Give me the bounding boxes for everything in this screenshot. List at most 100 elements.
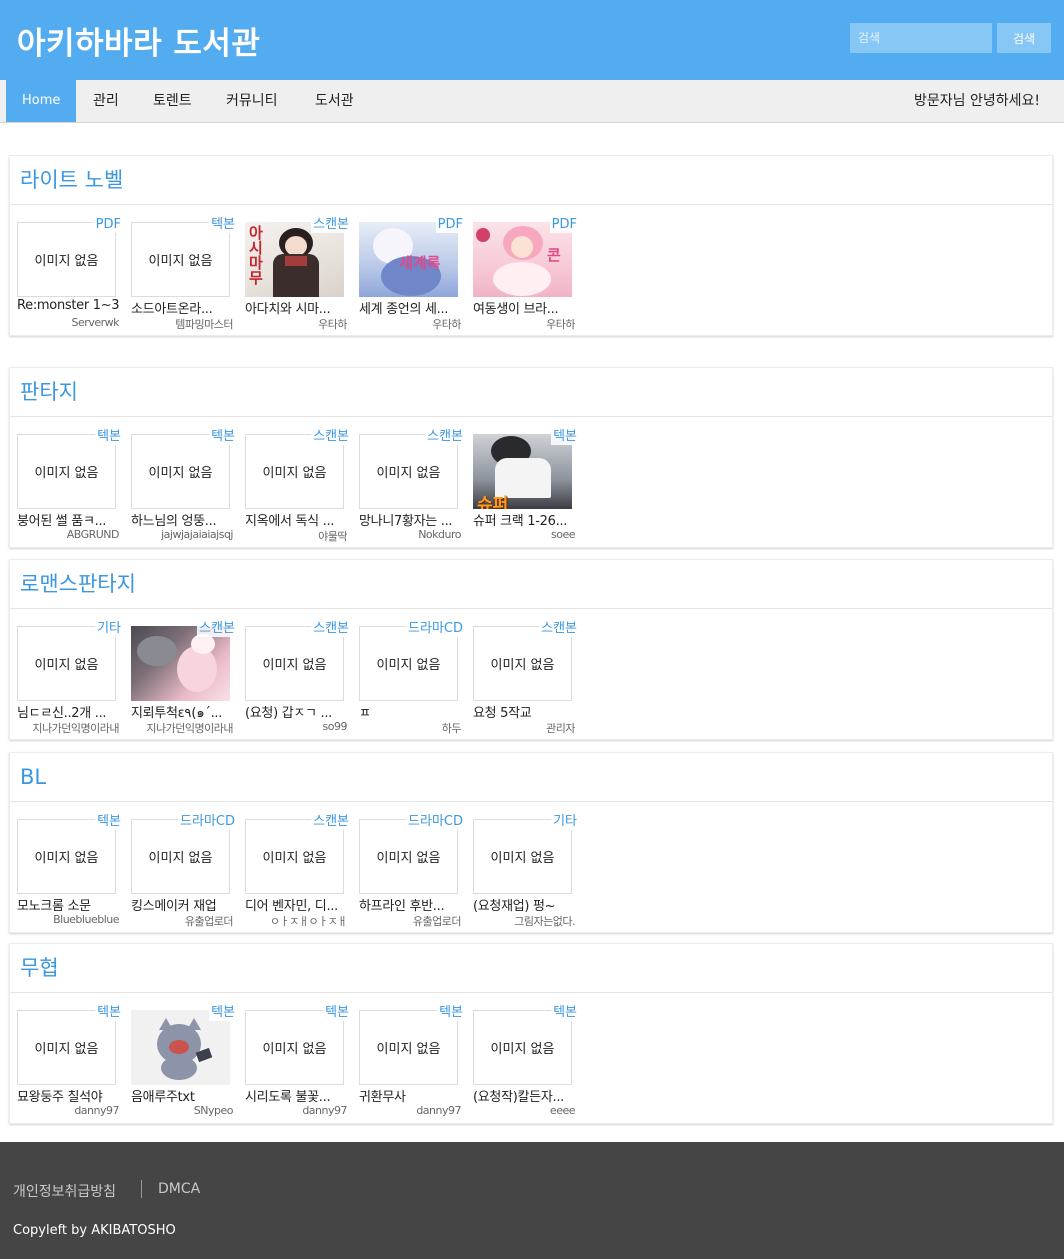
format-badge: 텍본 xyxy=(551,429,577,445)
book-card[interactable]: 이미지 없음 텍본 묘왕둥주 칠석야 danny97 xyxy=(17,1005,121,1123)
book-card[interactable]: 슈퍼 텍본 슈퍼 크랙 1-26... soee xyxy=(473,429,577,547)
book-title[interactable]: ㅍ xyxy=(359,702,461,721)
book-card[interactable]: 이미지 없음 스캔본 망나니7황자는 ... Nokduro xyxy=(359,429,463,547)
book-title[interactable]: 모노크롬 소문 xyxy=(17,895,119,914)
book-thumbnail-placeholder[interactable]: 이미지 없음 xyxy=(131,434,230,509)
search-button[interactable]: 검색 xyxy=(997,23,1051,53)
book-title[interactable]: 지옥에서 독식 ... xyxy=(245,510,347,529)
book-card[interactable]: 이미지 없음 텍본 (요청작)칼든자... eeee xyxy=(473,1005,577,1123)
book-thumbnail-placeholder[interactable]: 이미지 없음 xyxy=(17,434,116,509)
book-thumbnail-placeholder[interactable]: 이미지 없음 xyxy=(17,1010,116,1085)
book-thumbnail-placeholder[interactable]: 이미지 없음 xyxy=(245,626,344,701)
book-card[interactable]: 이미지 없음 텍본 하느님의 엉뚱... jajwjajaiaiajsqj xyxy=(131,429,235,547)
book-cover-image[interactable] xyxy=(131,626,230,701)
book-title[interactable]: 여동생이 브라... xyxy=(473,298,575,317)
book-card[interactable]: 이미지 없음 텍본 붕어된 썰 품ㅋ... ABGRUND xyxy=(17,429,121,547)
book-title[interactable]: 음애루주txt xyxy=(131,1086,233,1105)
book-thumbnail-placeholder[interactable]: 이미지 없음 xyxy=(131,819,230,894)
nav-item-community[interactable]: 커뮤니티 xyxy=(226,80,278,122)
book-card[interactable]: 세계록 PDF 세계 종언의 세... 우타하 xyxy=(359,217,463,335)
book-card[interactable]: 이미지 없음 드라마CD ㅍ 하두 xyxy=(359,621,463,739)
book-thumbnail-placeholder[interactable]: 이미지 없음 xyxy=(473,626,572,701)
book-card[interactable]: 스캔본 지뢰투척ε٩(๑ˊ... 지나가던익명이라내 xyxy=(131,621,235,739)
book-card[interactable]: 이미지 없음 기타 님ㄷㄹ신..2개 ... 지나가던익명이라내 xyxy=(17,621,121,739)
book-card[interactable]: 이미지 없음 기타 (요청재업) 펑~ 그림자는없다. xyxy=(473,814,577,932)
book-title[interactable]: (요청작)칼든자... xyxy=(473,1086,575,1105)
book-title[interactable]: 하프라인 후반... xyxy=(359,895,461,914)
uploader-name: 지나가던익명이라내 xyxy=(32,722,119,735)
book-cover-image[interactable]: 슈퍼 xyxy=(473,434,572,509)
book-title[interactable]: 킹스메이커 재업 xyxy=(131,895,233,914)
book-thumbnail-placeholder[interactable]: 이미지 없음 xyxy=(359,1010,458,1085)
uploader-name: 야물딱 xyxy=(318,530,347,543)
book-cover-image[interactable]: 세계록 xyxy=(359,222,458,297)
book-card[interactable]: 이미지 없음 스캔본 (요청) 갑ㅈㄱ ... so99 xyxy=(245,621,349,739)
book-thumbnail-placeholder[interactable]: 이미지 없음 xyxy=(473,819,572,894)
book-thumbnail-placeholder[interactable]: 이미지 없음 xyxy=(359,626,458,701)
book-thumbnail-placeholder[interactable]: 이미지 없음 xyxy=(359,819,458,894)
section-title[interactable]: 무협 xyxy=(10,944,1052,993)
book-title[interactable]: 시리도록 불꽃... xyxy=(245,1086,347,1105)
book-card[interactable]: 텍본 음애루주txt SNypeo xyxy=(131,1005,235,1123)
book-card[interactable]: 이미지 없음 드라마CD 킹스메이커 재업 유출업로더 xyxy=(131,814,235,932)
book-title[interactable]: 묘왕둥주 칠석야 xyxy=(17,1086,119,1105)
book-card[interactable]: 이미지 없음 스캔본 지옥에서 독식 ... 야물딱 xyxy=(245,429,349,547)
no-image-text: 이미지 없음 xyxy=(490,1042,555,1057)
book-title[interactable]: 디어 벤자민, 디... xyxy=(245,895,347,914)
book-thumbnail-placeholder[interactable]: 이미지 없음 xyxy=(131,222,230,297)
book-thumbnail-placeholder[interactable]: 이미지 없음 xyxy=(473,1010,572,1085)
section-title[interactable]: 라이트 노벨 xyxy=(10,156,1052,205)
format-badge: 텍본 xyxy=(209,217,235,233)
book-card[interactable]: 이미지 없음 PDF Re:monster 1~3... Serverwk xyxy=(17,217,121,335)
book-title[interactable]: 세계 종언의 세... xyxy=(359,298,461,317)
book-title[interactable]: 슈퍼 크랙 1-26... xyxy=(473,510,575,529)
search-input[interactable] xyxy=(850,23,992,53)
uploader-name: SNypeo xyxy=(193,1104,233,1117)
book-cover-image[interactable] xyxy=(131,1010,230,1085)
nav-item-admin[interactable]: 관리 xyxy=(93,80,119,122)
format-badge: 스캔본 xyxy=(197,621,235,637)
book-card[interactable]: 이미지 없음 텍본 소드아트온라... 템파밍마스터 xyxy=(131,217,235,335)
book-title[interactable]: 요청 5작교 xyxy=(473,702,575,721)
book-card[interactable]: 이미지 없음 텍본 시리도록 불꽃... danny97 xyxy=(245,1005,349,1123)
nav-item-torrent[interactable]: 토렌트 xyxy=(153,80,192,122)
book-title[interactable]: 님ㄷㄹ신..2개 ... xyxy=(17,702,119,721)
format-badge: 텍본 xyxy=(437,1005,463,1021)
book-card[interactable]: 이미지 없음 텍본 모노크롬 소문 Bluebluebluе xyxy=(17,814,121,932)
no-image-text: 이미지 없음 xyxy=(262,658,327,673)
book-title[interactable]: (요청) 갑ㅈㄱ ... xyxy=(245,702,347,721)
book-thumbnail-placeholder[interactable]: 이미지 없음 xyxy=(245,819,344,894)
category-section: 판타지 이미지 없음 텍본 붕어된 썰 품ㅋ... ABGRUND 이미지 없음 텍본 하느님… xyxy=(9,367,1053,548)
book-title[interactable]: (요청재업) 펑~ xyxy=(473,895,575,914)
book-thumbnail-placeholder[interactable]: 이미지 없음 xyxy=(17,819,116,894)
book-thumbnail-placeholder[interactable]: 이미지 없음 xyxy=(245,1010,344,1085)
book-thumbnail-placeholder[interactable]: 이미지 없음 xyxy=(17,222,116,297)
book-thumbnail-placeholder[interactable]: 이미지 없음 xyxy=(17,626,116,701)
book-thumbnail-placeholder[interactable]: 이미지 없음 xyxy=(359,434,458,509)
book-title[interactable]: 귀환무사 xyxy=(359,1086,461,1105)
book-title[interactable]: 소드아트온라... xyxy=(131,298,233,317)
section-title[interactable]: 판타지 xyxy=(10,368,1052,417)
book-card[interactable]: 아시마무 스캔본 아다치와 시마... 우타하 xyxy=(245,217,349,335)
book-card[interactable]: 이미지 없음 스캔본 요청 5작교 관리자 xyxy=(473,621,577,739)
format-badge: 텍본 xyxy=(95,814,121,830)
book-title[interactable]: 아다치와 시마... xyxy=(245,298,347,317)
book-title[interactable]: 망나니7황자는 ... xyxy=(359,510,461,529)
section-title[interactable]: BL xyxy=(10,753,1052,802)
footer-link-dmca[interactable]: DMCA xyxy=(158,1181,200,1197)
nav-item-library[interactable]: 도서관 xyxy=(315,80,354,122)
book-card[interactable]: 이미지 없음 스캔본 디어 벤자민, 디... ㅇㅏㅈㅐㅇㅏㅈㅐ xyxy=(245,814,349,932)
book-title[interactable]: 하느님의 엉뚱... xyxy=(131,510,233,529)
book-card[interactable]: 이미지 없음 드라마CD 하프라인 후반... 유출업로더 xyxy=(359,814,463,932)
book-cover-image[interactable]: 아시마무 xyxy=(245,222,344,297)
site-title[interactable]: 아키하바라 도서관 xyxy=(17,18,260,63)
nav-item-home[interactable]: Home xyxy=(6,80,77,122)
book-title[interactable]: Re:monster 1~3... xyxy=(17,298,119,313)
book-card[interactable]: 이미지 없음 텍본 귀환무사 danny97 xyxy=(359,1005,463,1123)
book-card[interactable]: 콘 PDF 여동생이 브라... 우타하 xyxy=(473,217,577,335)
footer-link-privacy[interactable]: 개인정보취급방침 xyxy=(13,1181,116,1201)
book-title[interactable]: 붕어된 썰 품ㅋ... xyxy=(17,510,119,529)
book-thumbnail-placeholder[interactable]: 이미지 없음 xyxy=(245,434,344,509)
book-cover-image[interactable]: 콘 xyxy=(473,222,572,297)
section-title[interactable]: 로맨스판타지 xyxy=(10,560,1052,609)
